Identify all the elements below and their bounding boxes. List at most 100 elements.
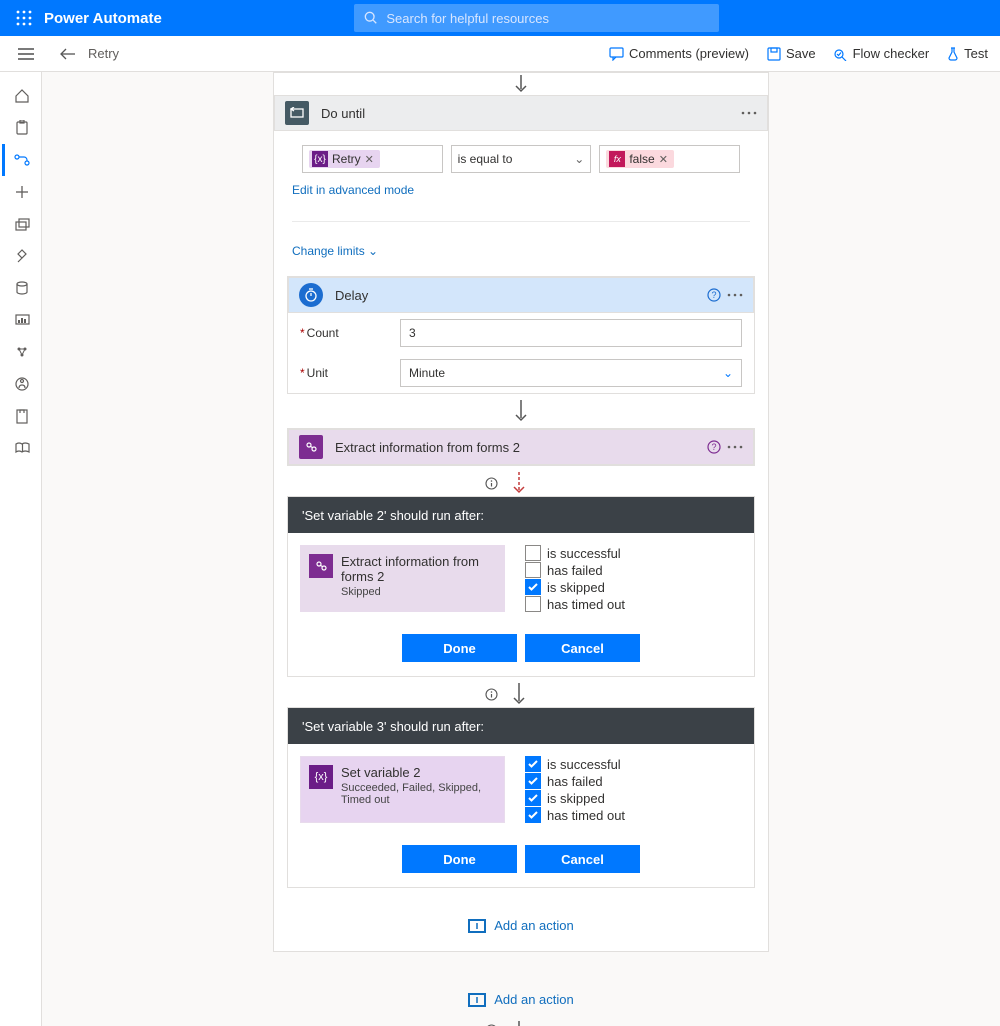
flask-icon bbox=[947, 47, 959, 61]
nav-home[interactable] bbox=[2, 80, 40, 112]
arrow-down-dotted-icon bbox=[512, 472, 526, 494]
delay-count-input[interactable]: 3 bbox=[400, 319, 742, 347]
cancel-button[interactable]: Cancel bbox=[525, 845, 640, 873]
delay-title: Delay bbox=[335, 288, 368, 303]
search-box[interactable] bbox=[354, 4, 719, 32]
clock-icon bbox=[299, 283, 323, 307]
arrow-down-icon bbox=[512, 683, 526, 705]
info-icon[interactable] bbox=[485, 477, 498, 490]
form-icon bbox=[299, 435, 323, 459]
extract-header[interactable]: Extract information from forms 2 ? bbox=[288, 429, 754, 465]
checkbox-successful[interactable]: is successful bbox=[525, 545, 625, 561]
checkbox-successful[interactable]: is successful bbox=[525, 756, 625, 772]
run-after-header-2: 'Set variable 3' should run after: bbox=[288, 708, 754, 744]
expression-token[interactable]: fx false ✕ bbox=[606, 150, 674, 168]
variable-icon: {x} bbox=[309, 765, 333, 789]
delay-header[interactable]: Delay ? bbox=[288, 277, 754, 313]
run-after-options-1: is successful has failed is skipped has … bbox=[525, 545, 625, 612]
condition-operator-dropdown[interactable]: is equal to ⌄ bbox=[451, 145, 592, 173]
remove-token-icon[interactable]: ✕ bbox=[365, 153, 374, 166]
app-launcher-icon[interactable] bbox=[8, 2, 40, 34]
run-after-options-2: is successful has failed is skipped has … bbox=[525, 756, 625, 823]
checkbox-skipped[interactable]: is skipped bbox=[525, 790, 625, 806]
arrow-down-icon bbox=[514, 75, 528, 93]
checkbox-timed[interactable]: has timed out bbox=[525, 596, 625, 612]
svg-text:?: ? bbox=[711, 442, 716, 452]
run-after-header-1: 'Set variable 2' should run after: bbox=[288, 497, 754, 533]
checkbox-failed[interactable]: has failed bbox=[525, 562, 625, 578]
edit-advanced-link[interactable]: Edit in advanced mode bbox=[292, 183, 750, 197]
nav-flows[interactable] bbox=[2, 144, 40, 176]
insert-icon bbox=[468, 919, 486, 933]
comments-button[interactable]: Comments (preview) bbox=[609, 46, 749, 61]
done-button[interactable]: Done bbox=[402, 845, 517, 873]
condition-row: {x} Retry ✕ is equal to ⌄ fx false ✕ bbox=[274, 131, 768, 183]
check-icon bbox=[834, 47, 848, 61]
comment-icon bbox=[609, 47, 624, 61]
delay-card: Delay ? Count 3 Unit Minute⌄ bbox=[287, 276, 755, 394]
checkbox-timed[interactable]: has timed out bbox=[525, 807, 625, 823]
delay-unit-dropdown[interactable]: Minute⌄ bbox=[400, 359, 742, 387]
search-input[interactable] bbox=[386, 11, 709, 26]
save-button[interactable]: Save bbox=[767, 46, 816, 61]
nav-create[interactable] bbox=[2, 176, 40, 208]
run-after-panel-1: 'Set variable 2' should run after: Extra… bbox=[287, 496, 755, 677]
nav-templates[interactable] bbox=[2, 208, 40, 240]
chevron-down-icon: ⌄ bbox=[574, 152, 584, 166]
nav-ai[interactable] bbox=[2, 336, 40, 368]
add-action-button-outer[interactable]: Add an action bbox=[468, 992, 574, 1007]
svg-text:?: ? bbox=[711, 290, 716, 300]
nav-learn[interactable] bbox=[2, 432, 40, 464]
nav-data[interactable] bbox=[2, 272, 40, 304]
hamburger-icon[interactable] bbox=[12, 40, 40, 68]
arrow-down-icon bbox=[512, 1021, 526, 1026]
extract-title: Extract information from forms 2 bbox=[335, 440, 520, 455]
action-more-icon[interactable] bbox=[741, 111, 757, 115]
do-until-header[interactable]: Do until bbox=[274, 95, 768, 131]
brand-name: Power Automate bbox=[44, 10, 162, 27]
loop-icon bbox=[285, 101, 309, 125]
form-icon bbox=[309, 554, 333, 578]
condition-left-input[interactable]: {x} Retry ✕ bbox=[302, 145, 443, 173]
nav-approvals[interactable] bbox=[2, 112, 40, 144]
done-button[interactable]: Done bbox=[402, 634, 517, 662]
page-title: Retry bbox=[88, 46, 119, 61]
nav-process[interactable] bbox=[2, 368, 40, 400]
top-bar: Power Automate bbox=[0, 0, 1000, 36]
do-until-container: Do until {x} Retry ✕ is equal to ⌄ fx bbox=[273, 72, 769, 952]
help-icon[interactable]: ? bbox=[707, 288, 721, 302]
change-limits-link[interactable]: Change limits bbox=[292, 244, 750, 258]
do-until-title: Do until bbox=[321, 106, 365, 121]
checkbox-skipped[interactable]: is skipped bbox=[525, 579, 625, 595]
run-after-source-2[interactable]: {x} Set variable 2 Succeeded, Failed, Sk… bbox=[300, 756, 505, 823]
run-after-panel-2: 'Set variable 3' should run after: {x} S… bbox=[287, 707, 755, 888]
insert-icon bbox=[468, 993, 486, 1007]
nav-connectors[interactable] bbox=[2, 240, 40, 272]
flow-canvas: Do until {x} Retry ✕ is equal to ⌄ fx bbox=[42, 72, 1000, 1026]
checkbox-failed[interactable]: has failed bbox=[525, 773, 625, 789]
remove-token-icon[interactable]: ✕ bbox=[659, 153, 668, 166]
help-icon[interactable]: ? bbox=[707, 440, 721, 454]
condition-right-input[interactable]: fx false ✕ bbox=[599, 145, 740, 173]
action-more-icon[interactable] bbox=[727, 445, 743, 449]
command-bar: Retry Comments (preview) Save Flow check… bbox=[0, 36, 1000, 72]
delay-unit-row: Unit Minute⌄ bbox=[288, 353, 754, 393]
search-icon bbox=[364, 11, 378, 25]
add-action-button-inner[interactable]: Add an action bbox=[468, 918, 574, 933]
extract-card: Extract information from forms 2 ? bbox=[287, 428, 755, 466]
info-icon[interactable] bbox=[485, 688, 498, 701]
chevron-down-icon: ⌄ bbox=[723, 366, 733, 380]
back-icon[interactable] bbox=[60, 48, 76, 60]
arrow-down-icon bbox=[514, 400, 528, 422]
variable-token[interactable]: {x} Retry ✕ bbox=[309, 150, 380, 168]
run-after-source-1[interactable]: Extract information from forms 2 Skipped bbox=[300, 545, 505, 612]
action-more-icon[interactable] bbox=[727, 293, 743, 297]
delay-count-row: Count 3 bbox=[288, 313, 754, 353]
test-button[interactable]: Test bbox=[947, 46, 988, 61]
nav-solutions[interactable] bbox=[2, 400, 40, 432]
cancel-button[interactable]: Cancel bbox=[525, 634, 640, 662]
nav-monitor[interactable] bbox=[2, 304, 40, 336]
save-icon bbox=[767, 47, 781, 61]
left-nav bbox=[0, 72, 42, 1026]
flow-checker-button[interactable]: Flow checker bbox=[834, 46, 930, 61]
